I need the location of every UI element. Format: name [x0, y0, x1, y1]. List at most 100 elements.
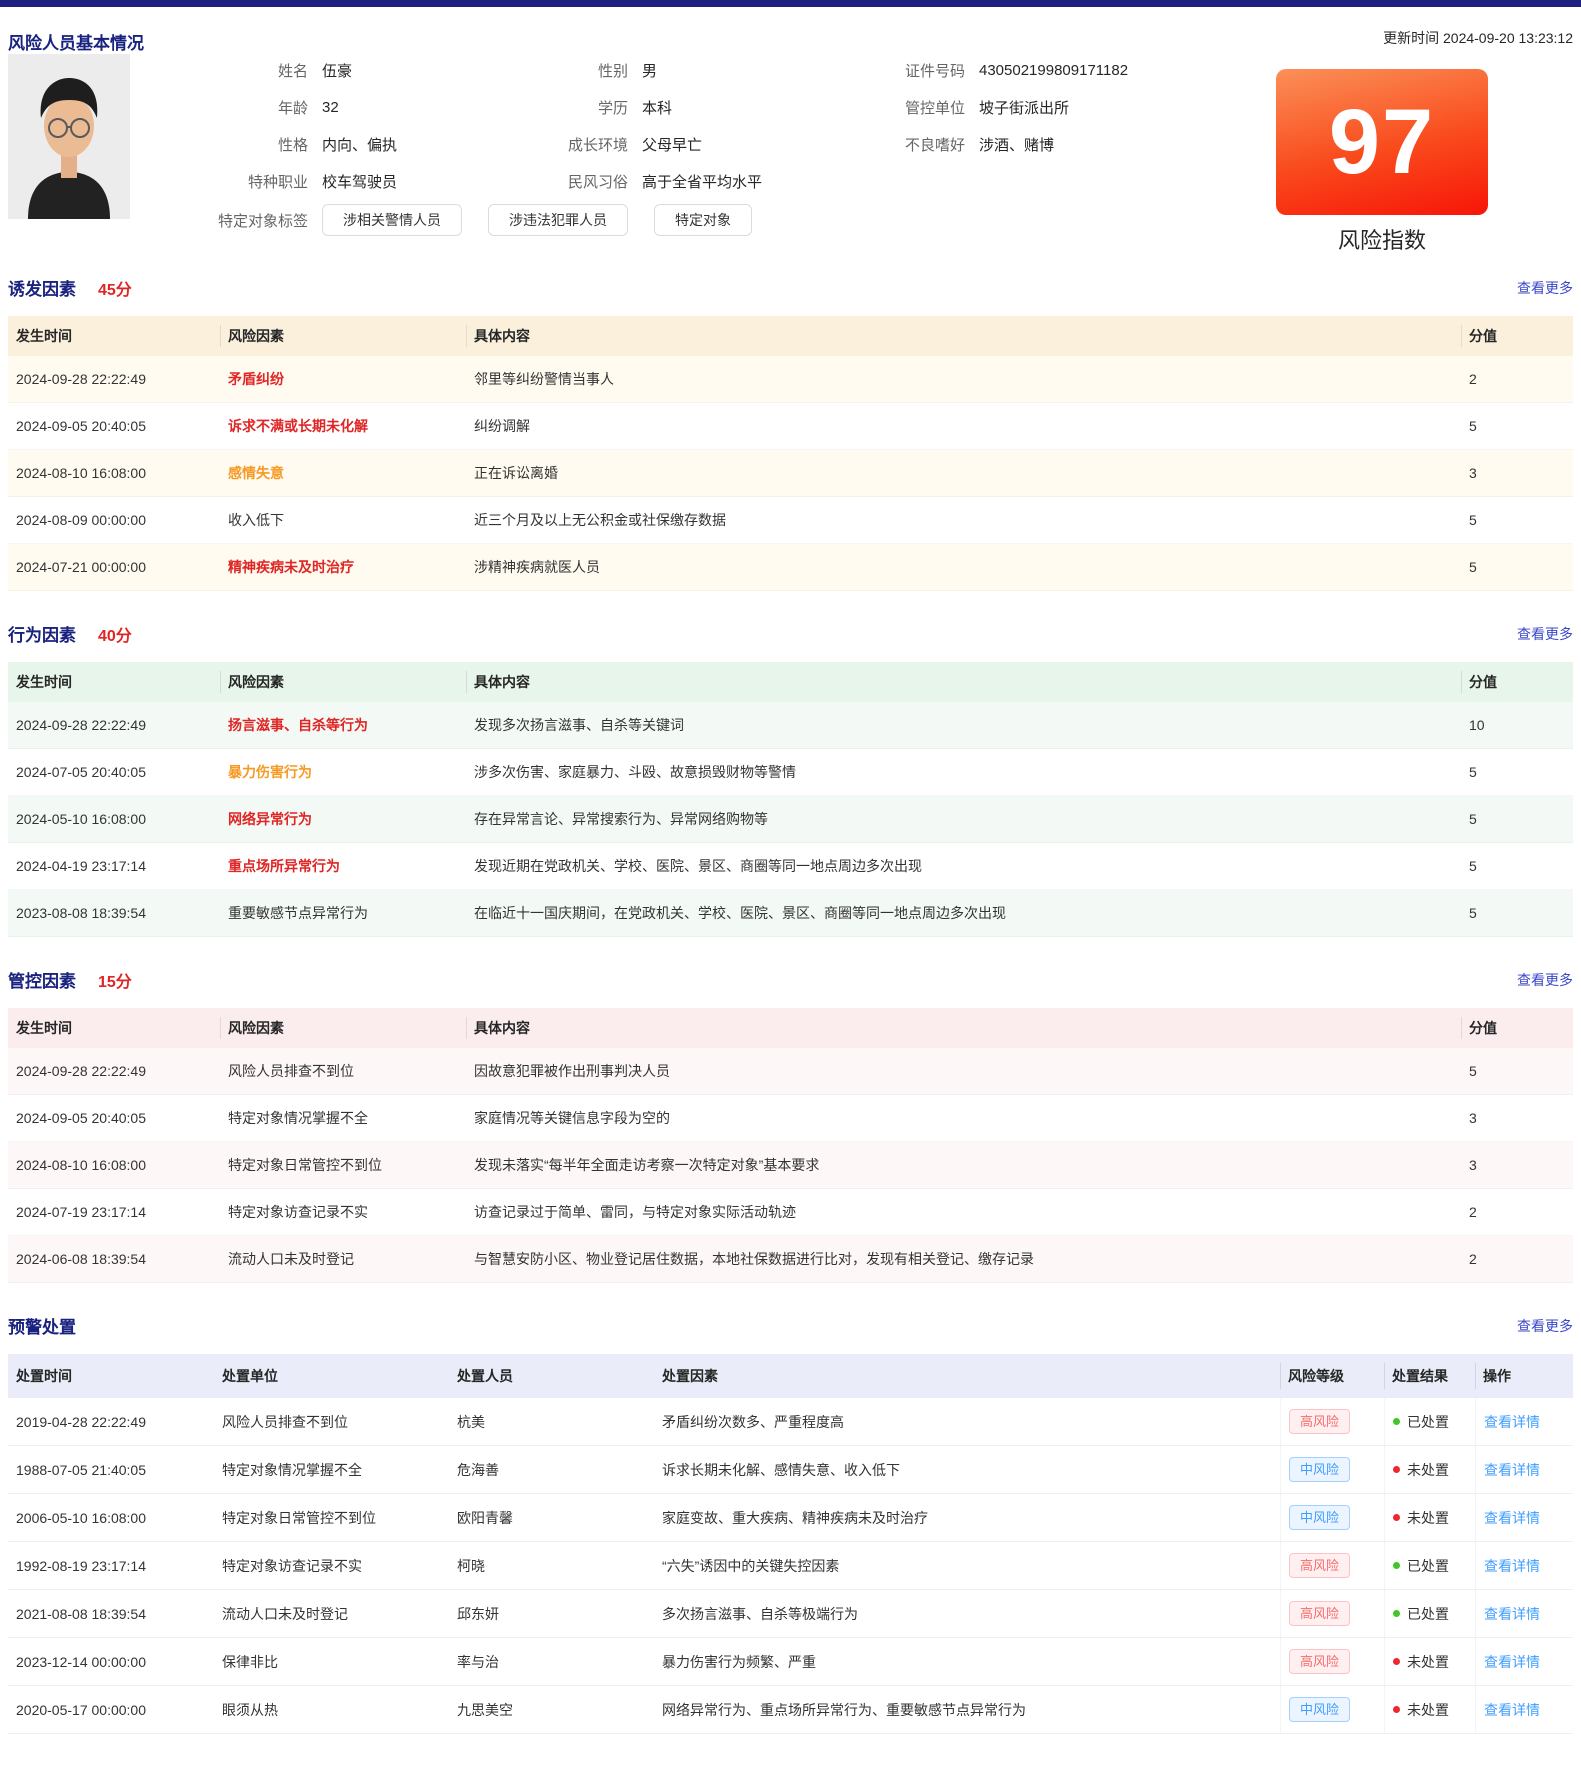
risk-score-card: 97 [1276, 69, 1488, 215]
cell-factor: 特定对象日常管控不到位 [220, 1142, 466, 1188]
table-row: 2024-08-10 16:08:00 感情失意 正在诉讼离婚 3 [8, 450, 1573, 497]
view-detail-link[interactable]: 查看详情 [1484, 1604, 1540, 1624]
section-score: 40分 [98, 622, 132, 646]
view-detail-link[interactable]: 查看详情 [1484, 1412, 1540, 1432]
portrait-photo [8, 54, 130, 219]
risk-score-label: 风险指数 [1276, 223, 1488, 255]
result-text: 未处置 [1407, 1460, 1449, 1480]
field-control-unit: 管控单位坡子街派出所 [865, 96, 1265, 119]
col-header-factor: 风险因素 [220, 662, 466, 702]
risk-level-badge: 高风险 [1289, 1649, 1350, 1674]
result-text: 未处置 [1407, 1652, 1449, 1672]
cell-person: 九思美空 [449, 1686, 654, 1733]
view-more-link[interactable]: 查看更多 [1517, 970, 1573, 990]
view-detail-link[interactable]: 查看详情 [1484, 1700, 1540, 1720]
cell-action: 查看详情 [1475, 1686, 1573, 1733]
cell-factor: 矛盾纠纷 [220, 356, 466, 402]
tag-specific-target: 特定对象 [654, 204, 752, 236]
view-more-link[interactable]: 查看更多 [1517, 278, 1573, 298]
cell-result: 未处置 [1384, 1638, 1475, 1685]
view-more-link[interactable]: 查看更多 [1517, 624, 1573, 644]
col-header-content: 具体内容 [466, 316, 1461, 356]
field-label: 管控单位 [865, 97, 965, 118]
col-header-content: 具体内容 [466, 1008, 1461, 1048]
cell-factor: 流动人口未及时登记 [220, 1236, 466, 1282]
cell-score: 3 [1461, 1142, 1573, 1188]
cell-time: 2019-04-28 22:22:49 [8, 1398, 214, 1445]
avatar [8, 54, 130, 219]
table-row: 2024-06-08 18:39:54 流动人口未及时登记 与智慧安防小区、物业… [8, 1236, 1573, 1283]
cell-person: 欧阳青馨 [449, 1494, 654, 1541]
cell-score: 2 [1461, 1189, 1573, 1235]
result-text: 未处置 [1407, 1700, 1449, 1720]
table-row: 2024-09-05 20:40:05 诉求不满或长期未化解 纠纷调解 5 [8, 403, 1573, 450]
section-title: 诱发因素 [8, 275, 76, 300]
section-title: 预警处置 [8, 1313, 76, 1338]
cell-time: 2024-09-28 22:22:49 [8, 702, 220, 748]
cell-result: 未处置 [1384, 1686, 1475, 1733]
col-header-content: 具体内容 [466, 662, 1461, 702]
col-header-factor: 处置因素 [654, 1354, 1280, 1398]
cell-time: 2024-08-10 16:08:00 [8, 450, 220, 496]
field-empty [865, 170, 1265, 193]
view-more-link[interactable]: 查看更多 [1517, 1316, 1573, 1336]
risk-score-value: 97 [1329, 96, 1435, 188]
field-value: 本科 [642, 97, 672, 118]
cell-person: 危海善 [449, 1446, 654, 1493]
cell-unit: 特定对象情况掌握不全 [214, 1446, 449, 1493]
col-header-unit: 处置单位 [214, 1354, 449, 1398]
cell-factor: 扬言滋事、自杀等行为 [220, 702, 466, 748]
cell-factor: 家庭变故、重大疾病、精神疾病未及时治疗 [654, 1494, 1280, 1541]
cell-score: 5 [1461, 796, 1573, 842]
cell-time: 2024-09-05 20:40:05 [8, 403, 220, 449]
view-detail-link[interactable]: 查看详情 [1484, 1652, 1540, 1672]
field-value: 校车驾驶员 [322, 171, 397, 192]
field-bad-habits: 不良嗜好涉酒、赌博 [865, 133, 1265, 156]
field-label: 民风习俗 [520, 171, 628, 192]
col-header-time: 发生时间 [8, 1008, 220, 1048]
cell-factor: 暴力伤害行为 [220, 749, 466, 795]
cell-unit: 保律非比 [214, 1638, 449, 1685]
cell-person: 杭美 [449, 1398, 654, 1445]
col-header-time: 处置时间 [8, 1354, 214, 1398]
section-control-factors: 管控因素 15分 查看更多 发生时间 风险因素 具体内容 分值 2024-09-… [8, 967, 1573, 1283]
cell-time: 2023-12-14 00:00:00 [8, 1638, 214, 1685]
cell-score: 5 [1461, 890, 1573, 936]
cell-score: 5 [1461, 749, 1573, 795]
cell-risk-level: 高风险 [1280, 1590, 1384, 1637]
cell-time: 2021-08-08 18:39:54 [8, 1590, 214, 1637]
cell-action: 查看详情 [1475, 1494, 1573, 1541]
cell-unit: 眼须从热 [214, 1686, 449, 1733]
cell-action: 查看详情 [1475, 1446, 1573, 1493]
cell-result: 已处置 [1384, 1542, 1475, 1589]
status-dot [1393, 1466, 1400, 1473]
table-header: 处置时间 处置单位 处置人员 处置因素 风险等级 处置结果 操作 [8, 1354, 1573, 1398]
tags-label: 特定对象标签 [140, 210, 308, 231]
table-row: 2024-08-09 00:00:00 收入低下 近三个月及以上无公积金或社保缴… [8, 497, 1573, 544]
field-upbringing: 成长环境父母早亡 [520, 133, 865, 156]
col-header-time: 发生时间 [8, 316, 220, 356]
field-value: 父母早亡 [642, 134, 702, 155]
view-detail-link[interactable]: 查看详情 [1484, 1556, 1540, 1576]
cell-content: 发现未落实“每半年全面走访考察一次特定对象”基本要求 [466, 1142, 1461, 1188]
cell-score: 2 [1461, 1236, 1573, 1282]
cell-score: 5 [1461, 403, 1573, 449]
view-detail-link[interactable]: 查看详情 [1484, 1508, 1540, 1528]
cell-score: 3 [1461, 450, 1573, 496]
cell-factor: 暴力伤害行为频繁、严重 [654, 1638, 1280, 1685]
cell-time: 2024-09-28 22:22:49 [8, 356, 220, 402]
cell-score: 5 [1461, 1048, 1573, 1094]
section-header: 预警处置 查看更多 [8, 1313, 1573, 1338]
cell-content: 正在诉讼离婚 [466, 450, 1461, 496]
view-detail-link[interactable]: 查看详情 [1484, 1460, 1540, 1480]
table-header: 发生时间 风险因素 具体内容 分值 [8, 316, 1573, 356]
col-header-score: 分值 [1461, 662, 1573, 702]
field-value: 32 [322, 99, 339, 116]
cell-factor: 特定对象访查记录不实 [220, 1189, 466, 1235]
section-header: 管控因素 15分 查看更多 [8, 967, 1573, 992]
page-title: 风险人员基本情况 [8, 29, 144, 54]
cell-content: 家庭情况等关键信息字段为空的 [466, 1095, 1461, 1141]
field-label: 性格 [140, 134, 308, 155]
field-label: 不良嗜好 [865, 134, 965, 155]
cell-risk-level: 高风险 [1280, 1398, 1384, 1445]
